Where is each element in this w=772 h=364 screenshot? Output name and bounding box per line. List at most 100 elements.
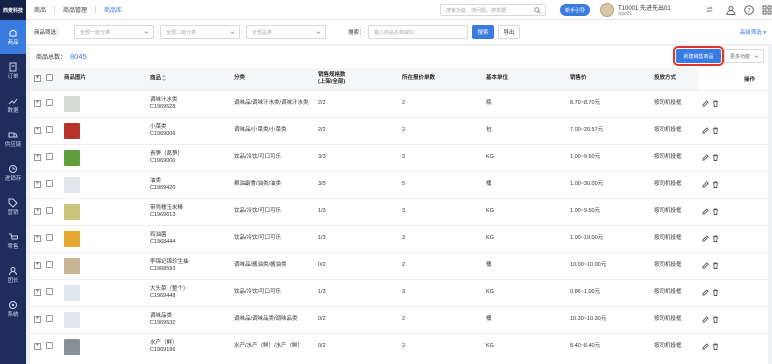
- delete-icon[interactable]: [712, 99, 719, 107]
- table-row[interactable]: + 李锦记锦珍生抽 C1968593 调味品/酱油类/酱油类 0/2 2 桶 10.00~10…: [30, 251, 768, 279]
- table-row[interactable]: + 大头菜（整个） C1969448 饮品/冷饮/可口可乐 1/3 3 KG 0.86~1.0…: [30, 278, 768, 306]
- product-name[interactable]: 带壳糯玉米棒: [150, 205, 230, 212]
- product-name[interactable]: 大头菜（整个）: [150, 286, 230, 293]
- delete-icon[interactable]: [712, 234, 719, 242]
- edit-icon[interactable]: [702, 315, 709, 323]
- tab-goods-management[interactable]: 商品管理: [63, 5, 87, 14]
- edit-icon[interactable]: [702, 288, 709, 296]
- product-name[interactable]: 调味汁水类: [150, 97, 230, 104]
- product-search-input[interactable]: 输入商品名称或ID: [368, 25, 468, 39]
- sidebar-item-goods[interactable]: 商品: [0, 20, 26, 54]
- search-button[interactable]: 搜索: [472, 25, 494, 39]
- expand-row-icon[interactable]: +: [34, 235, 41, 242]
- product-thumbnail[interactable]: [64, 122, 80, 139]
- sidebar-item-order[interactable]: 订单: [0, 54, 26, 88]
- product-thumbnail[interactable]: [64, 284, 80, 301]
- sidebar-item-settings[interactable]: 系统: [0, 292, 26, 326]
- avatar[interactable]: [600, 3, 614, 17]
- user-center-icon[interactable]: [726, 5, 736, 15]
- tab-goods[interactable]: 商品: [34, 5, 46, 14]
- edit-icon[interactable]: [702, 180, 709, 188]
- sidebar-item-inventory[interactable]: 进销存: [0, 156, 26, 190]
- product-thumbnail[interactable]: [64, 203, 80, 220]
- sort-icon[interactable]: [162, 75, 167, 82]
- edit-icon[interactable]: [702, 126, 709, 134]
- delete-icon[interactable]: [712, 261, 719, 269]
- row-checkbox[interactable]: [46, 206, 53, 214]
- row-checkbox[interactable]: [46, 233, 53, 241]
- edit-icon[interactable]: [702, 261, 709, 269]
- delete-icon[interactable]: [712, 153, 719, 161]
- new-sales-product-button[interactable]: 新建销售商品: [673, 46, 724, 66]
- swap-arrows-icon[interactable]: [706, 6, 713, 13]
- product-thumbnail[interactable]: [64, 338, 80, 355]
- tab-goods-library[interactable]: 商品库: [104, 5, 122, 14]
- sidebar-item-chart[interactable]: 数据: [0, 88, 26, 122]
- expand-row-icon[interactable]: +: [34, 127, 41, 134]
- table-row[interactable]: + 水产（鲜） C1969196 水产/水产（鲜）/水产（鲜） 0/2 2 KG 8.40~8…: [30, 332, 768, 360]
- row-checkbox[interactable]: [46, 98, 53, 106]
- grid-menu-icon[interactable]: [762, 5, 772, 15]
- sidebar-item-cart[interactable]: 零售: [0, 224, 26, 258]
- product-thumbnail[interactable]: [64, 176, 80, 193]
- table-row[interactable]: + 青笋（莴笋） C1969000 饮品/冷饮/可口可乐 3/3 3 KG 1.00~9.60…: [30, 143, 768, 171]
- more-functions-dropdown[interactable]: 更多功能: [724, 49, 764, 63]
- help-icon[interactable]: ?: [744, 5, 754, 15]
- row-checkbox[interactable]: [46, 314, 53, 322]
- product-name[interactable]: 青笋（莴笋）: [150, 151, 230, 158]
- sidebar-item-tag[interactable]: 营销: [0, 190, 26, 224]
- delete-icon[interactable]: [712, 315, 719, 323]
- header-product[interactable]: 商品: [146, 68, 230, 90]
- product-category-select[interactable]: 全部品类: [246, 25, 326, 39]
- delete-icon[interactable]: [712, 288, 719, 296]
- export-button[interactable]: 导出: [498, 25, 520, 39]
- table-row[interactable]: + 调味汁水类 C1969528 调味品/调味汁水类/调味汁水类 2/2 2 瓶 8.70~8…: [30, 89, 768, 117]
- product-name[interactable]: 水产（鲜）: [150, 340, 230, 347]
- expand-row-icon[interactable]: +: [34, 289, 41, 296]
- delete-icon[interactable]: [712, 180, 719, 188]
- category-level1-select[interactable]: 全部一级分类: [74, 25, 154, 39]
- edit-icon[interactable]: [702, 207, 709, 215]
- product-thumbnail[interactable]: [64, 311, 80, 328]
- delete-icon[interactable]: [712, 207, 719, 215]
- product-name[interactable]: 鸡油菌: [150, 232, 230, 239]
- select-all-checkbox[interactable]: [46, 73, 53, 81]
- expand-all-icon[interactable]: +: [34, 75, 41, 83]
- table-row[interactable]: + 油类 C1969420 粮油副食/油类/油类 3/5 5 桶 1.00~30.00元 按司机…: [30, 170, 768, 198]
- edit-icon[interactable]: [702, 343, 709, 350]
- table-row[interactable]: + 调味品类 C1969532 调味品/调味品类/调味品类 0/2 2 桶 10.30~10.…: [30, 305, 768, 333]
- product-thumbnail[interactable]: [64, 95, 80, 112]
- edit-icon[interactable]: [702, 153, 709, 161]
- table-row[interactable]: + 鸡油菌 C1968444 饮品/冷饮/可口可乐 1/3 3 KG 1.00~19.00元按…: [30, 224, 768, 252]
- row-checkbox[interactable]: [46, 179, 53, 187]
- expand-row-icon[interactable]: +: [34, 316, 41, 323]
- beginner-guide-button[interactable]: 新手引导: [560, 4, 590, 16]
- table-row[interactable]: + 带壳糯玉米棒 C1969613 饮品/冷饮/可口可乐 1/3 3 KG 1.00~9.50…: [30, 197, 768, 225]
- brand-logo[interactable]: 西麦科技: [0, 0, 26, 20]
- search-icon[interactable]: [534, 7, 541, 14]
- delete-icon[interactable]: [712, 343, 719, 350]
- row-checkbox[interactable]: [46, 341, 53, 349]
- expand-row-icon[interactable]: +: [34, 262, 41, 269]
- product-name[interactable]: 李锦记锦珍生抽: [150, 259, 230, 266]
- row-checkbox[interactable]: [46, 125, 53, 133]
- expand-row-icon[interactable]: +: [34, 154, 41, 161]
- edit-icon[interactable]: [702, 99, 709, 107]
- product-name[interactable]: 小菜类: [150, 124, 230, 131]
- sidebar-item-leader[interactable]: 团长: [0, 258, 26, 292]
- row-checkbox[interactable]: [46, 260, 53, 268]
- expand-row-icon[interactable]: +: [34, 100, 41, 107]
- category-level2-select[interactable]: 全部二级分类: [160, 25, 240, 39]
- product-thumbnail[interactable]: [64, 230, 80, 247]
- advanced-filter-link[interactable]: 高级筛选 ▾: [740, 28, 766, 36]
- product-thumbnail[interactable]: [64, 149, 80, 166]
- expand-row-icon[interactable]: +: [34, 181, 41, 188]
- table-row[interactable]: + 小菜类 C1969006 调味品/小菜类/小菜类 2/2 2 包 7.00~20.57元按…: [30, 116, 768, 144]
- row-checkbox[interactable]: [46, 287, 53, 295]
- product-name[interactable]: 调味品类: [150, 313, 230, 320]
- sidebar-item-supply-chain[interactable]: 供应链: [0, 122, 26, 156]
- global-search-input[interactable]: 搜索功能、搜问题、搜单据: [440, 4, 546, 16]
- edit-icon[interactable]: [702, 234, 709, 242]
- expand-row-icon[interactable]: +: [34, 343, 41, 351]
- product-thumbnail[interactable]: [64, 257, 80, 274]
